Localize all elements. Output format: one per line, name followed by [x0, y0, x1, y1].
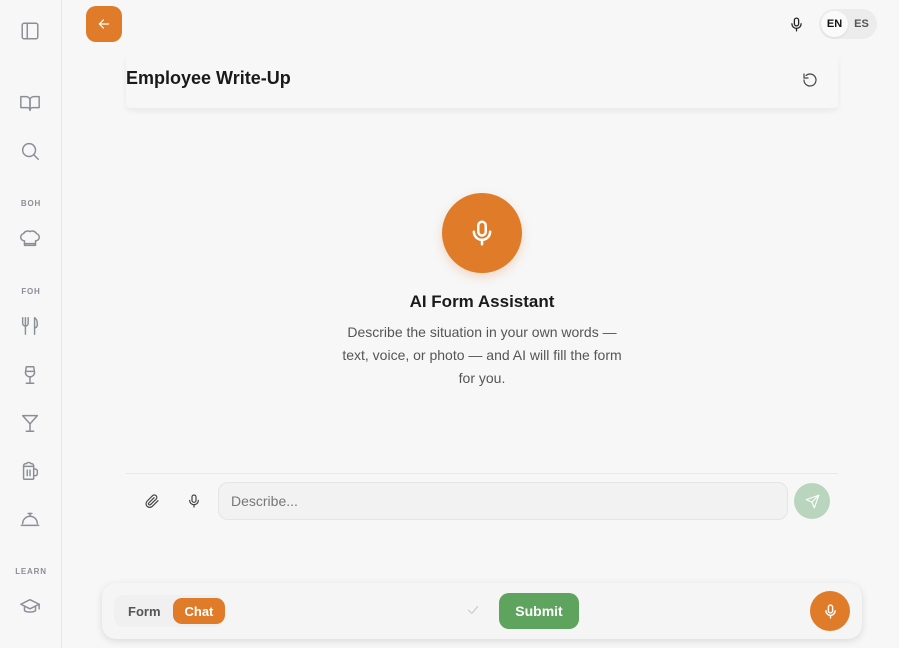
- form-header-card: Employee Write-Up: [126, 54, 838, 108]
- section-label-learn: LEARN: [15, 567, 47, 576]
- service-bell-icon[interactable]: [19, 508, 41, 530]
- describe-input[interactable]: [218, 482, 788, 520]
- voice-input-button[interactable]: [810, 591, 850, 631]
- divider: [126, 473, 838, 474]
- check-icon: [465, 602, 481, 618]
- send-icon: [805, 494, 819, 508]
- microphone-icon: [790, 16, 802, 32]
- language-toggle: EN ES: [819, 9, 877, 39]
- back-button[interactable]: [86, 6, 122, 42]
- assistant-microphone-button[interactable]: [442, 193, 522, 273]
- graduation-cap-icon[interactable]: [19, 596, 41, 618]
- microphone-icon: [189, 494, 199, 508]
- mode-form-tab[interactable]: Form: [116, 598, 173, 624]
- mode-toggle: Form Chat: [114, 595, 226, 627]
- assistant-title: AI Form Assistant: [409, 292, 555, 311]
- fork-knife-icon[interactable]: [19, 315, 41, 337]
- beer-mug-icon[interactable]: [19, 460, 41, 482]
- language-option-es[interactable]: ES: [848, 11, 875, 37]
- rotate-ccw-icon: [803, 73, 817, 87]
- send-button[interactable]: [794, 483, 830, 519]
- attach-button[interactable]: [142, 491, 162, 511]
- chef-hat-icon[interactable]: [19, 228, 41, 250]
- section-label-boh: BOH: [20, 199, 42, 208]
- reset-button[interactable]: [800, 70, 820, 90]
- wine-glass-icon[interactable]: [19, 364, 41, 386]
- submit-button[interactable]: Submit: [499, 593, 579, 629]
- microphone-icon: [472, 220, 492, 246]
- section-label-foh: FOH: [21, 287, 41, 296]
- search-icon[interactable]: [19, 140, 41, 162]
- language-option-en[interactable]: EN: [821, 11, 848, 37]
- page-title: Employee Write-Up: [126, 68, 291, 88]
- sidebar-toggle-icon[interactable]: [19, 20, 41, 42]
- sidebar: BOH FOH LEARN: [0, 0, 62, 648]
- cocktail-icon[interactable]: [19, 412, 41, 434]
- microphone-icon: [824, 603, 836, 619]
- arrow-left-icon: [98, 19, 110, 29]
- bottom-action-bar: Form Chat Submit: [102, 583, 862, 639]
- assistant-description: Describe the situation in your own words…: [342, 324, 622, 386]
- mode-chat-tab[interactable]: Chat: [172, 598, 226, 624]
- dictate-button[interactable]: [184, 491, 204, 511]
- paperclip-icon: [145, 494, 159, 508]
- book-icon[interactable]: [19, 92, 41, 114]
- voice-mode-button[interactable]: [785, 13, 807, 35]
